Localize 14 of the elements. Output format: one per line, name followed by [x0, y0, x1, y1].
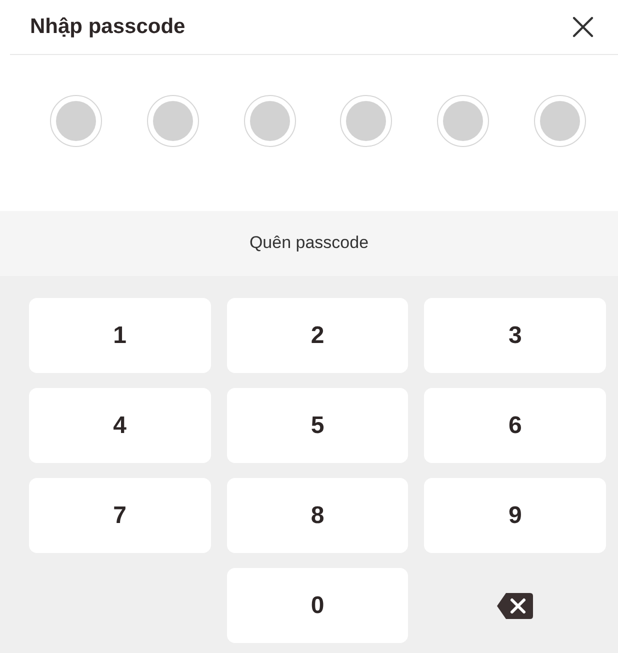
digit-key[interactable]: 6: [424, 388, 606, 463]
digit-key[interactable]: 5: [226, 388, 408, 463]
digit-key[interactable]: 0: [226, 568, 408, 643]
close-icon[interactable]: [572, 16, 594, 38]
backspace-icon[interactable]: [496, 592, 534, 620]
digit-key[interactable]: 2: [226, 298, 408, 373]
digit-key[interactable]: 9: [424, 478, 606, 553]
digit-key[interactable]: 8: [226, 478, 408, 553]
digit-key[interactable]: 1: [29, 298, 211, 373]
forgot-passcode-link[interactable]: Quên passcode: [249, 233, 369, 254]
digit-key[interactable]: 4: [29, 388, 211, 463]
dialog-title: Nhập passcode: [30, 14, 186, 39]
digit-key[interactable]: 7: [29, 478, 211, 553]
digit-key[interactable]: 3: [424, 298, 606, 373]
